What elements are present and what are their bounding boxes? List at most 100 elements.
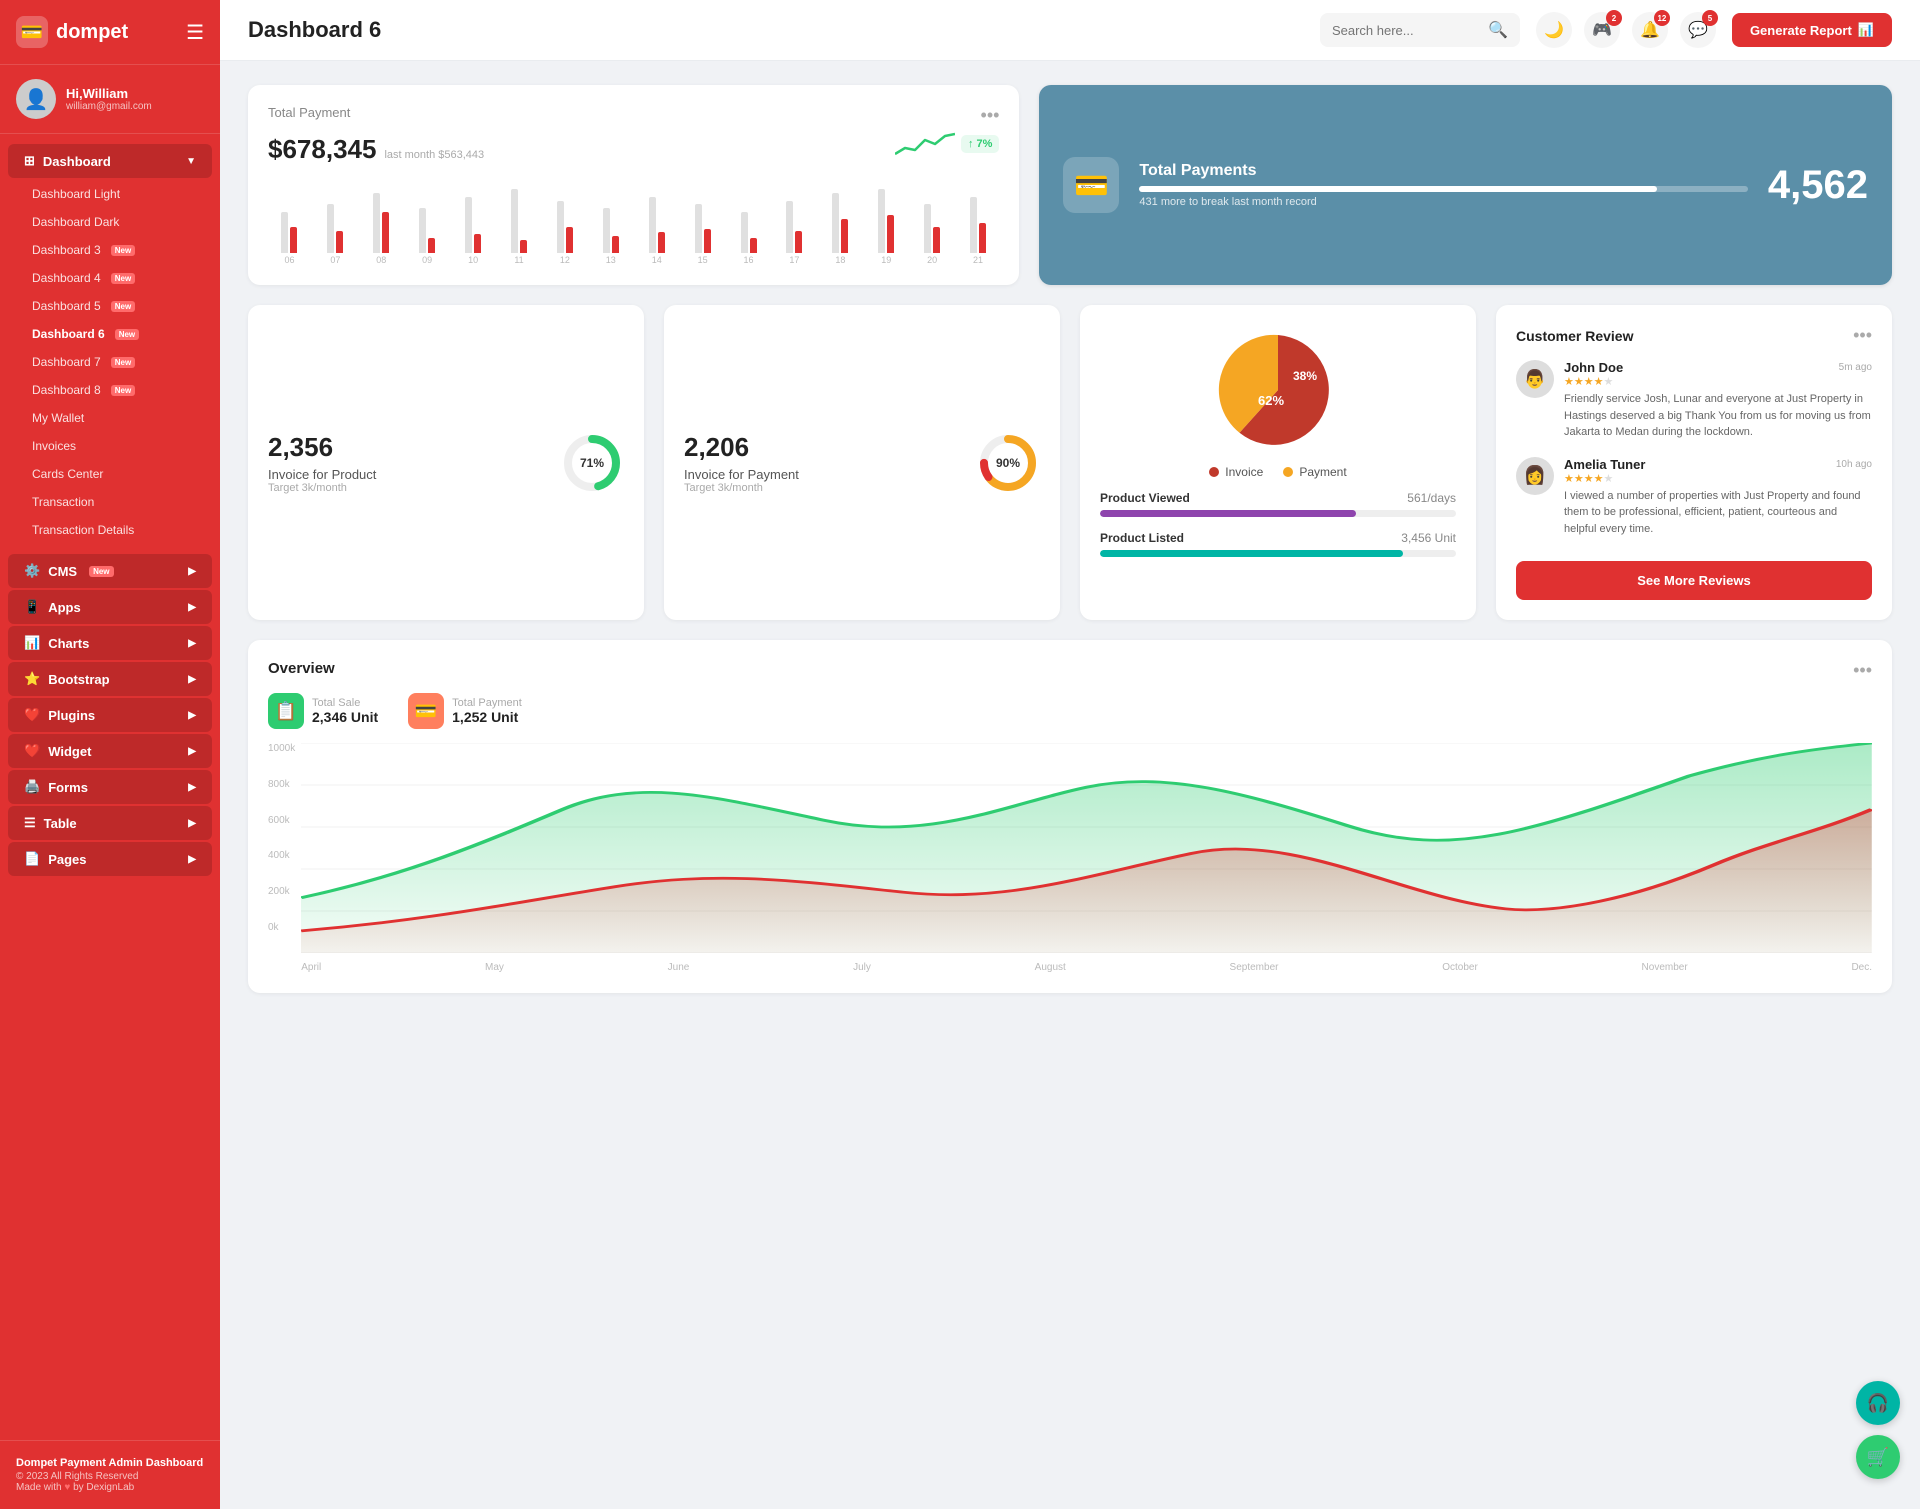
dashboard-icon: ⊞ <box>24 153 35 169</box>
notifications-button[interactable]: 🔔 12 <box>1632 12 1668 48</box>
sidebar-item-dashboard-5[interactable]: Dashboard 5New <box>0 292 220 320</box>
new-badge: New <box>111 385 135 396</box>
bar-gray <box>786 201 793 253</box>
sidebar-item-dashboard-light[interactable]: Dashboard Light <box>0 180 220 208</box>
messages-button[interactable]: 💬 5 <box>1680 12 1716 48</box>
sidebar-item-invoices[interactable]: Invoices <box>0 432 220 460</box>
blue-progress-bar <box>1139 186 1747 192</box>
bar-group: 16 <box>727 178 770 265</box>
invoice-product-donut: 71% <box>560 431 624 495</box>
sidebar-item-pages[interactable]: 📄Pages ▶ <box>8 842 212 876</box>
widget-icon: ❤️ <box>24 743 40 759</box>
sidebar-item-charts[interactable]: 📊Charts ▶ <box>8 626 212 660</box>
legend-invoice: Invoice <box>1209 465 1263 479</box>
sidebar-item-forms[interactable]: 🖨️Forms ▶ <box>8 770 212 804</box>
blue-progress-fill <box>1139 186 1656 192</box>
bar-red <box>612 236 619 253</box>
sidebar: 💳 dompet ☰ 👤 Hi,William william@gmail.co… <box>0 0 220 1509</box>
invoice-payment-card: 2,206 Invoice for Payment Target 3k/mont… <box>664 305 1060 620</box>
pie-stats-card: 62% 38% Invoice Payment <box>1080 305 1476 620</box>
svg-text:62%: 62% <box>1258 393 1284 408</box>
card-menu-icon[interactable]: ••• <box>981 105 1000 126</box>
product-viewed-label: Product Viewed <box>1100 491 1190 505</box>
total-payment-legend-label: Total Payment <box>452 697 522 709</box>
avatar: 👤 <box>16 79 56 119</box>
blue-card-info: Total Payments 431 more to break last mo… <box>1139 162 1747 208</box>
notifications-badge: 12 <box>1654 10 1670 26</box>
chevron-right-icon: ▶ <box>188 710 196 721</box>
product-listed-fill <box>1100 550 1403 557</box>
sidebar-item-dashboard-4[interactable]: Dashboard 4New <box>0 264 220 292</box>
pie-legend: Invoice Payment <box>1100 465 1456 479</box>
generate-report-button[interactable]: Generate Report 📊 <box>1732 13 1892 47</box>
invoice-product-card: 2,356 Invoice for Product Target 3k/mont… <box>248 305 644 620</box>
row-3: Overview ••• 📋 Total Sale 2,346 Unit 💳 <box>248 640 1892 993</box>
user-profile: 👤 Hi,William william@gmail.com <box>0 65 220 134</box>
review-menu-icon[interactable]: ••• <box>1853 325 1872 346</box>
new-badge: New <box>111 357 135 368</box>
sidebar-item-apps[interactable]: 📱Apps ▶ <box>8 590 212 624</box>
sidebar-item-bootstrap[interactable]: ⭐Bootstrap ▶ <box>8 662 212 696</box>
bar-gray <box>557 201 564 253</box>
sidebar-item-transaction[interactable]: Transaction <box>0 488 220 516</box>
new-badge: New <box>111 301 135 312</box>
sidebar-item-plugins[interactable]: ❤️Plugins ▶ <box>8 698 212 732</box>
sidebar-item-transaction-details[interactable]: Transaction Details <box>0 516 220 544</box>
donut-percent-label: 90% <box>976 431 1040 495</box>
pages-icon: 📄 <box>24 851 40 867</box>
reviewer-name-1: John Doe <box>1564 360 1623 375</box>
table-icon: ☰ <box>24 815 36 831</box>
sidebar-item-cards-center[interactable]: Cards Center <box>0 460 220 488</box>
overview-menu-icon[interactable]: ••• <box>1853 660 1872 681</box>
cart-button[interactable]: 🛒 <box>1856 1435 1900 1479</box>
product-listed-value: 3,456 Unit <box>1401 531 1456 545</box>
sidebar-item-cms[interactable]: ⚙️CMSNew ▶ <box>8 554 212 588</box>
bar-red <box>979 223 986 253</box>
trend-sparkline <box>895 130 955 158</box>
total-payment-icon: 💳 <box>408 693 444 729</box>
sidebar-item-dashboard-3[interactable]: Dashboard 3New <box>0 236 220 264</box>
dashboard-menu[interactable]: ⊞ Dashboard ▼ <box>8 144 212 178</box>
charts-icon: 📊 <box>24 635 40 651</box>
sidebar-item-my-wallet[interactable]: My Wallet <box>0 404 220 432</box>
total-payment-title: Total Payment <box>268 105 350 120</box>
review-stars-2: ★★★★★ <box>1564 472 1872 485</box>
page-title: Dashboard 6 <box>248 17 1304 43</box>
game-badge: 2 <box>1606 10 1622 26</box>
wallet-icon: 💳 <box>1063 157 1119 213</box>
row-2: 2,356 Invoice for Product Target 3k/mont… <box>248 305 1892 620</box>
app-name: dompet <box>56 21 128 44</box>
sidebar-item-widget[interactable]: ❤️Widget ▶ <box>8 734 212 768</box>
hamburger-menu[interactable]: ☰ <box>186 20 204 45</box>
x-axis-labels: April May June July August September Oct… <box>301 958 1872 973</box>
bar-chart: 06 07 08 09 10 11 12 13 14 15 16 17 18 1… <box>268 175 999 265</box>
see-more-reviews-button[interactable]: See More Reviews <box>1516 561 1872 600</box>
blue-card-title: Total Payments <box>1139 162 1747 180</box>
reviewer-avatar-1: 👨 <box>1516 360 1554 398</box>
bar-red <box>750 238 757 253</box>
chevron-right-icon: ▶ <box>188 566 196 577</box>
invoice-product-sub: Target 3k/month <box>268 482 376 494</box>
sidebar-item-dashboard-dark[interactable]: Dashboard Dark <box>0 208 220 236</box>
total-sale-value: 2,346 Unit <box>312 709 378 725</box>
sidebar-item-dashboard-7[interactable]: Dashboard 7New <box>0 348 220 376</box>
game-button[interactable]: 🎮 2 <box>1584 12 1620 48</box>
content-grid: Total Payment ••• $678,345 last month $5… <box>220 61 1920 1509</box>
dashboard-nav: ⊞ Dashboard ▼ Dashboard Light Dashboard … <box>0 134 220 552</box>
chevron-down-icon: ▼ <box>186 156 196 167</box>
review-text-1: Friendly service Josh, Lunar and everyon… <box>1564 391 1872 441</box>
sidebar-item-table[interactable]: ☰Table ▶ <box>8 806 212 840</box>
sidebar-item-dashboard-8[interactable]: Dashboard 8New <box>0 376 220 404</box>
product-listed-label: Product Listed <box>1100 531 1184 545</box>
messages-badge: 5 <box>1702 10 1718 26</box>
support-button[interactable]: 🎧 <box>1856 1381 1900 1425</box>
bar-group: 21 <box>957 178 1000 265</box>
bar-gray <box>419 208 426 253</box>
invoice-legend-dot <box>1209 467 1219 477</box>
theme-toggle-button[interactable]: 🌙 <box>1536 12 1572 48</box>
chevron-right-icon: ▶ <box>188 782 196 793</box>
search-input[interactable] <box>1332 23 1480 38</box>
bar-red <box>704 229 711 253</box>
sidebar-item-dashboard-6[interactable]: Dashboard 6New <box>0 320 220 348</box>
bar-group: 15 <box>681 178 724 265</box>
